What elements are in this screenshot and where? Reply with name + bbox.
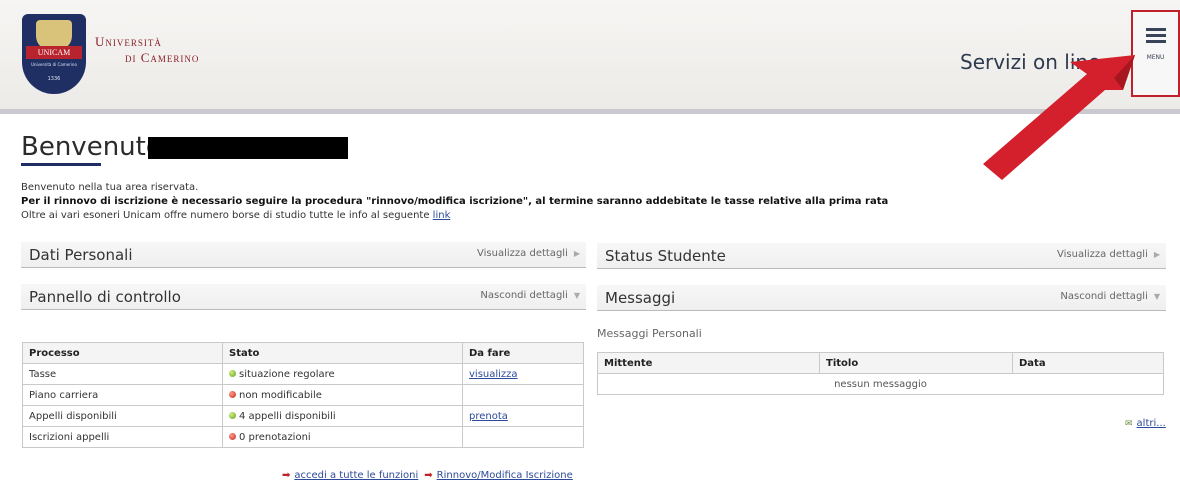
redacted-user-name — [148, 137, 348, 159]
table-row: Appelli disponibili 4 appelli disponibil… — [22, 405, 584, 427]
accedi-funzioni-link[interactable]: accedi a tutte le funzioni — [294, 470, 418, 481]
intro-line-3: Oltre ai vari esoneri Unicam offre numer… — [21, 209, 888, 223]
table-row: Tasse situazione regolare visualizza — [22, 363, 584, 385]
status-red-icon — [229, 432, 236, 440]
intro-line-3-text: Oltre ai vari esoneri Unicam offre numer… — [21, 210, 433, 221]
table-row: Iscrizioni appelli 0 prenotazioni — [22, 426, 584, 448]
col-mittente: Mittente — [597, 352, 820, 374]
logo-year: 1336 — [47, 76, 61, 82]
cell-stato: non modificabile — [222, 384, 463, 406]
empty-message-cell: nessun messaggio — [597, 373, 1164, 395]
altri-link[interactable]: altri... — [1137, 418, 1166, 429]
table-header-row: Processo Stato Da fare — [22, 342, 584, 364]
status-red-icon — [229, 390, 236, 398]
panel-status-studente: Status Studente Visualizza dettagli ▶ — [597, 243, 1166, 269]
status-toggle[interactable]: Visualizza dettagli ▶ — [1057, 249, 1160, 260]
rinnovo-iscrizione-link[interactable]: Rinnovo/Modifica Iscrizione — [437, 470, 573, 481]
panel-title-status: Status Studente — [605, 247, 726, 265]
panel-title-dati-personali: Dati Personali — [29, 246, 133, 264]
cell-da-fare: prenota — [462, 405, 584, 427]
table-row: nessun messaggio — [597, 373, 1164, 395]
cell-processo: Tasse — [22, 363, 223, 385]
cell-processo: Piano carriera — [22, 384, 223, 406]
panel-pannello-controllo: Pannello di controllo Nascondi dettagli ▼ — [21, 284, 586, 310]
messaggi-toggle[interactable]: Nascondi dettagli ▼ — [1060, 291, 1160, 302]
university-name[interactable]: Università di Camerino — [95, 34, 199, 66]
pannello-toggle[interactable]: Nascondi dettagli ▼ — [480, 290, 580, 301]
stato-text: 0 prenotazioni — [239, 431, 311, 443]
intro-line-1: Benvenuto nella tua area riservata. — [21, 182, 199, 193]
status-green-icon — [229, 369, 236, 377]
triangle-down-icon: ▼ — [573, 291, 580, 300]
cell-processo: Appelli disponibili — [22, 405, 223, 427]
arrow-right-icon: ➡ — [424, 470, 433, 481]
messages-table: Mittente Titolo Data nessun messaggio — [597, 352, 1164, 395]
cell-stato: 4 appelli disponibili — [222, 405, 463, 427]
title-underline — [21, 163, 101, 166]
col-processo: Processo — [22, 342, 223, 364]
cell-stato: 0 prenotazioni — [222, 426, 463, 448]
logo-banner: UNICAM — [26, 46, 82, 59]
col-data: Data — [1012, 352, 1164, 374]
university-name-line1: Università — [95, 34, 162, 49]
process-table: Processo Stato Da fare Tasse situazione … — [22, 342, 584, 448]
triangle-right-icon: ▶ — [573, 249, 580, 258]
panel-dati-personali: Dati Personali Visualizza dettagli ▶ — [21, 242, 586, 268]
logo-subtitle: Università di Camerino — [31, 62, 77, 67]
col-titolo: Titolo — [819, 352, 1013, 374]
triangle-right-icon: ▶ — [1153, 250, 1160, 259]
triangle-down-icon: ▼ — [1153, 292, 1160, 301]
stato-text: 4 appelli disponibili — [239, 410, 336, 422]
dati-personali-toggle-label: Visualizza dettagli — [477, 248, 568, 259]
intro-line-2: Per il rinnovo di iscrizione è necessari… — [21, 196, 889, 207]
stato-text: situazione regolare — [239, 368, 335, 380]
cell-da-fare: visualizza — [462, 363, 584, 385]
panel-title-messaggi: Messaggi — [605, 289, 676, 307]
cell-da-fare — [462, 426, 584, 448]
messaggi-personali-label: Messaggi Personali — [597, 327, 702, 340]
hamburger-icon — [1146, 28, 1166, 46]
messaggi-toggle-label: Nascondi dettagli — [1060, 291, 1148, 302]
university-name-line2: di Camerino — [125, 50, 200, 65]
menu-label: MENU — [1146, 54, 1165, 61]
cell-processo: Iscrizioni appelli — [22, 426, 223, 448]
arrow-right-icon: ➡ — [282, 470, 291, 481]
dati-personali-toggle[interactable]: Visualizza dettagli ▶ — [477, 248, 580, 259]
messages-icon: ✉ — [1125, 419, 1133, 429]
page-title: Benvenuto — [21, 132, 162, 162]
pannello-toggle-label: Nascondi dettagli — [480, 290, 568, 301]
unicam-logo[interactable]: UNICAM Università di Camerino 1336 — [22, 14, 86, 94]
status-toggle-label: Visualizza dettagli — [1057, 249, 1148, 260]
table-header-row: Mittente Titolo Data — [597, 352, 1164, 374]
cell-stato: situazione regolare — [222, 363, 463, 385]
visualizza-link[interactable]: visualizza — [469, 369, 518, 380]
prenota-link[interactable]: prenota — [469, 411, 508, 422]
bottom-links: ➡ accedi a tutte le funzioni ➡ Rinnovo/Modi… — [276, 470, 573, 481]
altri-messaggi[interactable]: ✉ altri... — [1125, 418, 1166, 429]
servizi-online-label: Servizi on line — [960, 50, 1101, 74]
col-stato: Stato — [222, 342, 463, 364]
status-green-icon — [229, 411, 236, 419]
panel-messaggi: Messaggi Nascondi dettagli ▼ — [597, 285, 1166, 311]
cell-da-fare — [462, 384, 584, 406]
panel-title-pannello: Pannello di controllo — [29, 288, 181, 306]
intro-text: Benvenuto nella tua area riservata. Per … — [21, 181, 888, 223]
table-row: Piano carriera non modificabile — [22, 384, 584, 406]
col-da-fare: Da fare — [462, 342, 584, 364]
menu-button[interactable]: MENU — [1131, 10, 1180, 97]
stato-text: non modificabile — [239, 389, 322, 401]
borse-studio-link[interactable]: link — [433, 210, 451, 221]
page-header: UNICAM Università di Camerino 1336 Unive… — [0, 0, 1180, 114]
